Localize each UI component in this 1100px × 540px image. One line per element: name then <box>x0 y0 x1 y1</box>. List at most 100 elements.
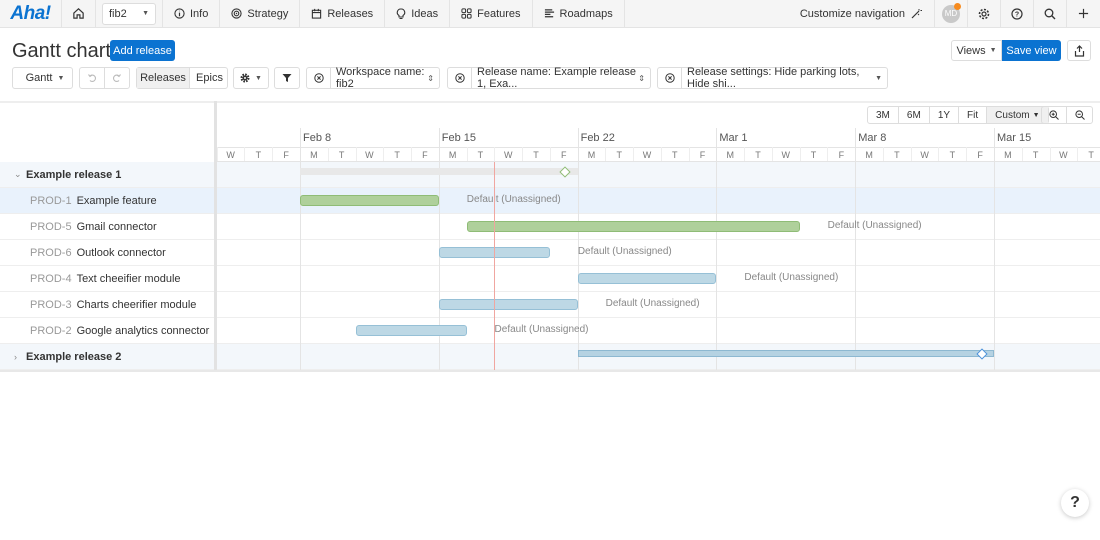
range-1y[interactable]: 1Y <box>930 107 960 123</box>
feature-row[interactable]: PROD-5 Gmail connector <box>0 214 216 240</box>
day-label: T <box>255 150 262 160</box>
release-name-filter-select[interactable]: Release name: Example release 1, Exa... … <box>472 66 650 90</box>
feature-ref[interactable]: PROD-1 <box>30 195 72 207</box>
user-avatar-button[interactable]: MD <box>935 0 968 28</box>
view-type-label: Gantt <box>25 72 53 84</box>
customize-navigation-label: Customize navigation <box>799 7 905 20</box>
release-name[interactable]: Example release 1 <box>26 169 121 181</box>
workspace-select[interactable]: fib2 ▼ <box>102 2 156 25</box>
feature-name[interactable]: Google analytics connector <box>77 325 210 337</box>
feature-name[interactable]: Gmail connector <box>77 221 157 233</box>
nav-item-info[interactable]: Info <box>162 0 219 28</box>
view-type-dropdown[interactable]: Gantt ▼ <box>12 67 73 89</box>
releases-toggle[interactable]: Releases <box>137 68 190 88</box>
settings-button[interactable] <box>968 0 1001 28</box>
share-button[interactable] <box>1067 40 1091 61</box>
day-label: T <box>533 150 539 160</box>
day-label: W <box>781 150 791 160</box>
release-row[interactable]: ⌄ Example release 1 <box>0 162 216 188</box>
svg-text:?: ? <box>1015 11 1019 18</box>
assignee-label: Default (Unassigned) <box>577 246 672 257</box>
customize-navigation-button[interactable]: Customize navigation <box>788 0 935 28</box>
feature-name[interactable]: Text cheeifier module <box>77 273 181 285</box>
feature-bar[interactable] <box>438 299 578 310</box>
zoom-in-button[interactable] <box>1042 107 1067 123</box>
feature-row[interactable]: PROD-4 Text cheeifier module <box>0 266 216 292</box>
day-divider <box>1049 147 1051 161</box>
feature-ref[interactable]: PROD-6 <box>30 247 72 259</box>
day-divider <box>799 147 801 161</box>
chevron-right-icon[interactable]: › <box>14 352 26 362</box>
nav-item-features[interactable]: Features <box>449 0 531 28</box>
range-6m[interactable]: 6M <box>899 107 930 123</box>
add-release-button[interactable]: Add release <box>110 40 175 61</box>
nav-item-label: Ideas <box>411 7 439 20</box>
toolbar-view-type: Gantt ▼ <box>12 67 73 89</box>
day-label: F <box>977 150 983 160</box>
undo-button[interactable] <box>80 68 105 88</box>
day-divider <box>272 147 274 161</box>
chart-settings-dropdown[interactable]: ▼ <box>233 67 269 89</box>
feature-bar[interactable] <box>577 273 717 284</box>
release-bar[interactable] <box>577 350 994 357</box>
save-view-button[interactable]: Save view <box>1002 40 1061 61</box>
help-floating-button[interactable]: ? <box>1061 489 1089 517</box>
feature-ref[interactable]: PROD-2 <box>30 325 72 337</box>
feature-row[interactable]: PROD-3 Charts cheerifier module <box>0 292 216 318</box>
feature-row[interactable]: PROD-1 Example feature <box>0 188 216 214</box>
views-dropdown[interactable]: Views ▼ <box>951 40 1002 61</box>
feature-ref[interactable]: PROD-3 <box>30 299 72 311</box>
nav-item-strategy[interactable]: Strategy <box>219 0 299 28</box>
day-label: T <box>755 150 761 160</box>
range-3m[interactable]: 3M <box>868 107 899 123</box>
release-row[interactable]: › Example release 2 <box>0 344 216 370</box>
feature-row[interactable]: PROD-6 Outlook connector <box>0 240 216 266</box>
remove-filter-button[interactable] <box>307 68 331 88</box>
feature-name[interactable]: Example feature <box>77 195 157 207</box>
chevron-down-icon[interactable]: ⌄ <box>14 169 26 180</box>
feature-name[interactable]: Charts cheerifier module <box>77 299 197 311</box>
range-custom[interactable]: Custom ▼ <box>987 107 1048 123</box>
filter-label: Workspace name: fib2 <box>336 66 425 90</box>
feature-row[interactable]: PROD-2 Google analytics connector <box>0 318 216 344</box>
day-divider <box>660 147 662 161</box>
redo-button[interactable] <box>105 68 129 88</box>
range-fit[interactable]: Fit <box>959 107 988 123</box>
feature-bar[interactable] <box>300 195 439 206</box>
day-label: M <box>865 150 873 160</box>
assignee-label: Default (Unassigned) <box>605 298 700 309</box>
feature-bar[interactable] <box>355 325 467 336</box>
nav-item-ideas[interactable]: Ideas <box>384 0 449 28</box>
nav-item-label: Roadmaps <box>559 7 613 20</box>
home-button[interactable] <box>62 0 96 28</box>
filter-label: Release settings: Hide parking lots, Hid… <box>687 66 860 90</box>
add-button[interactable] <box>1067 0 1100 28</box>
day-divider <box>882 147 884 161</box>
day-label: F <box>699 150 706 160</box>
undo-icon <box>87 74 96 82</box>
day-label: M <box>1004 150 1012 160</box>
help-button[interactable]: ? <box>1001 0 1034 28</box>
release-bar[interactable] <box>300 168 578 175</box>
epics-toggle[interactable]: Epics <box>190 68 229 88</box>
feature-name[interactable]: Outlook connector <box>77 247 166 259</box>
workspace-filter-select[interactable]: Workspace name: fib2 ⇕ <box>331 66 439 90</box>
feature-ref[interactable]: PROD-4 <box>30 273 72 285</box>
feature-ref[interactable]: PROD-5 <box>30 221 72 233</box>
feature-bar[interactable] <box>466 221 800 232</box>
remove-filter-button[interactable] <box>658 68 682 88</box>
nav-item-releases[interactable]: Releases <box>299 0 384 28</box>
release-name[interactable]: Example release 2 <box>26 351 121 363</box>
filter-workspace: Workspace name: fib2 ⇕ <box>306 66 440 90</box>
remove-filter-button[interactable] <box>448 68 472 88</box>
nav-item-roadmaps[interactable]: Roadmaps <box>531 0 625 28</box>
aha-logo[interactable]: Aha! <box>0 0 62 28</box>
day-divider <box>966 147 968 161</box>
release-settings-filter-select[interactable]: Release settings: Hide parking lots, Hid… <box>682 66 887 90</box>
zoom-out-button[interactable] <box>1067 107 1092 123</box>
day-label: W <box>920 150 929 160</box>
settings-dropdown-group: ▼ <box>233 67 269 89</box>
header-divider <box>217 147 1100 148</box>
search-button[interactable] <box>1034 0 1067 28</box>
filter-button[interactable] <box>274 67 300 89</box>
